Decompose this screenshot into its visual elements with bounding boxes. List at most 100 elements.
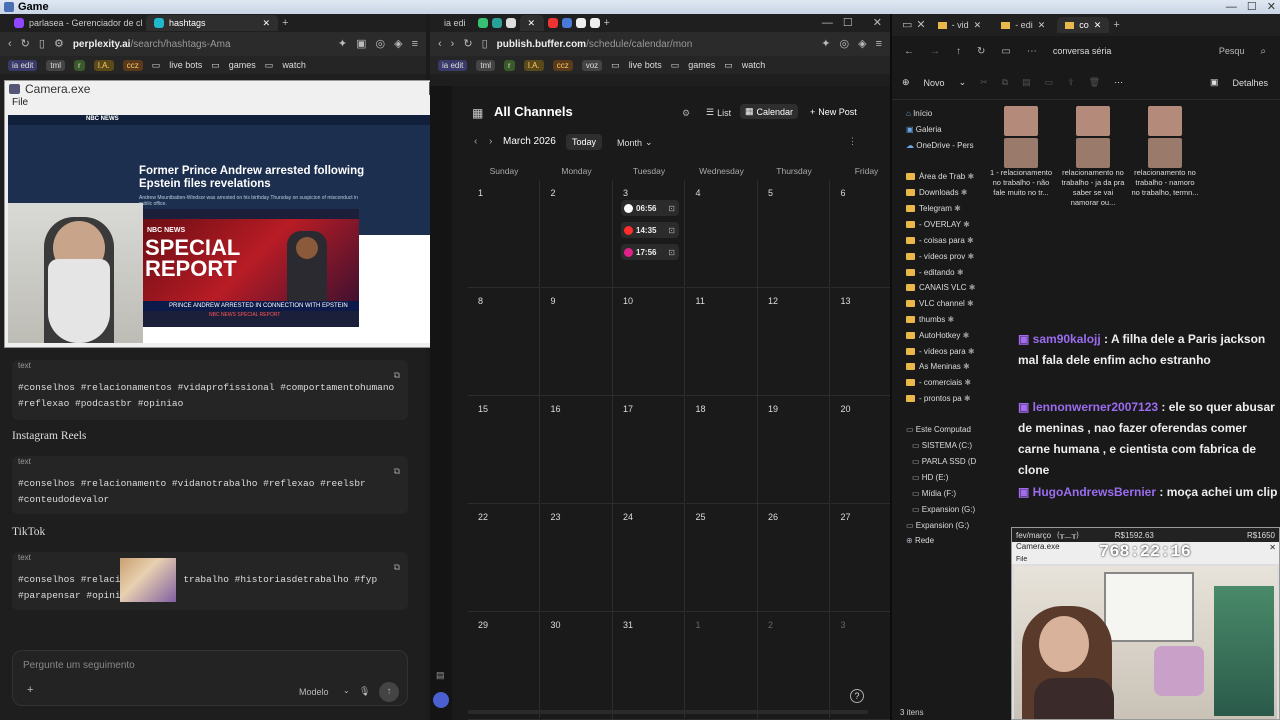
video-thumbnail[interactable] [1004,138,1038,168]
address-path[interactable]: conversa séria [1053,46,1112,56]
calendar-day-cell[interactable]: 11 [685,288,758,396]
close-tab-icon[interactable]: ✕ [262,18,270,29]
bookmark-icon[interactable]: ▯ [482,38,488,50]
extension-icon[interactable]: ▣ [356,38,366,50]
video-thumbnail[interactable] [1004,106,1038,136]
back-icon[interactable]: ‹ [8,38,12,50]
tab-ia-edit[interactable]: ia edi [436,15,474,31]
video-thumbnail[interactable] [1148,138,1182,168]
sidebar-item[interactable]: As Meninas ✱ [906,362,992,371]
tab-buffer[interactable]: ✕ [519,15,544,31]
video-thumbnail[interactable] [1076,138,1110,168]
file-name[interactable]: relacionamento no trabalho - ja da pra s… [1059,168,1127,208]
scheduled-post[interactable]: 06:56 ⊡ [621,200,679,216]
maximize-icon[interactable]: ☐ [843,17,853,29]
sidebar-item[interactable]: ▭ PARLA SSD (D [912,457,998,466]
bookmark[interactable]: ia edit [438,59,468,71]
calendar-day-cell[interactable]: 2 [758,612,830,720]
bookmark[interactable]: voz [581,59,603,71]
sidebar-item[interactable]: CANAIS VLC ✱ [906,283,992,292]
close-icon[interactable]: ✕ [873,17,882,29]
sidebar-item[interactable]: ▭ SISTEMA (C:) [912,441,998,450]
sidebar-item[interactable]: thumbs ✱ [906,315,992,324]
rail-icon[interactable]: ▤ [436,670,445,681]
followup-box[interactable]: Pergunte um seguimento + Modelo ⌄ 🎙 ↑ [12,650,408,706]
bookmark[interactable]: live bots [169,60,202,70]
more-icon[interactable]: ⋯ [1027,46,1037,57]
bookmark[interactable]: games [688,60,715,70]
url-field[interactable]: publish.buffer.com/schedule/calendar/mon [497,39,813,50]
calendar-day-cell[interactable]: 2 [540,180,613,288]
maximize-icon[interactable]: ☐ [1247,0,1257,14]
scheduled-post[interactable]: 14:35 ⊡ [621,222,679,238]
monitor-icon[interactable]: ▭ [1001,46,1010,57]
buffer-icon[interactable] [505,18,516,28]
sidebar-item[interactable]: - vídeos prov ✱ [906,252,992,261]
close-tab-icon[interactable]: ✕ [974,20,982,31]
calendar-day-cell[interactable]: 3 06:56 ⊡ 14:35 ⊡ 17:56 ⊡ [613,180,685,288]
reload-icon[interactable]: ↻ [463,38,472,50]
shield-icon[interactable]: ◈ [394,38,402,50]
next-month-icon[interactable]: › [489,136,492,147]
list-view-button[interactable]: ☰ List [702,105,735,120]
back-icon[interactable]: ‹ [438,38,442,50]
sidebar-item[interactable]: ▣ Galeria [906,125,992,134]
delete-icon[interactable]: 🗑 [1089,77,1100,88]
reload-icon[interactable]: ↻ [21,38,30,50]
kebab-menu-icon[interactable]: ⋮ [848,136,857,147]
file-name[interactable]: 1 - relacionamento no trabalho - não fal… [987,168,1055,198]
bookmark[interactable]: ccz [552,59,573,71]
new-tab-icon[interactable]: + [1113,19,1119,31]
sidebar-item[interactable]: AutoHotkey ✱ [906,331,992,340]
sidebar-item[interactable]: Downloads ✱ [906,188,992,197]
model-selector[interactable]: Modelo [299,687,329,697]
sidebar-item[interactable]: Telegram ✱ [906,204,992,213]
search-box[interactable]: Pesqu [1219,46,1245,56]
calendar-day-cell[interactable]: 27 [830,504,890,612]
copy-icon[interactable]: ⧉ [394,560,400,576]
explorer-tab[interactable]: - vid ✕ [930,17,990,33]
calendar-day-cell[interactable]: 8 [468,288,540,396]
tab-fav-icon[interactable] [491,18,502,28]
range-selector[interactable]: Month ⌄ [617,137,653,148]
calendar-day-cell[interactable]: 16 [540,396,613,504]
youtube-icon[interactable] [547,18,558,28]
extension-icon[interactable]: ◎ [376,38,386,50]
menu-file[interactable]: File [5,97,446,109]
microphone-icon[interactable]: 🎙 [359,686,370,697]
sidebar-item[interactable]: ▭ Expansion (G:) [906,521,992,530]
calendar-day-cell[interactable]: 31 [613,612,685,720]
up-icon[interactable]: ↑ [956,46,961,57]
new-button[interactable]: Novo [924,78,945,88]
calendar-day-cell[interactable]: 3 [830,612,890,720]
calendar-day-cell[interactable]: 15 [468,396,540,504]
forward-icon[interactable]: → [930,46,940,57]
prev-month-icon[interactable]: ‹ [474,136,477,147]
today-button[interactable]: Today [566,134,603,150]
sidebar-item[interactable]: ⌂ Início [906,109,992,118]
video-thumbnail[interactable] [1148,106,1182,136]
calendar-day-cell[interactable]: 6 [830,180,890,288]
close-tab-icon[interactable]: ✕ [528,18,536,29]
bookmark[interactable]: watch [742,60,766,70]
sidebar-item[interactable]: - OVERLAY ✱ [906,220,992,229]
bookmark[interactable]: r [504,59,515,71]
calendar-day-cell[interactable]: 25 [685,504,758,612]
close-tab-icon[interactable]: ✕ [1094,20,1102,31]
close-tab-icon[interactable]: ✕ [916,19,925,31]
extension-icon[interactable]: ✦ [338,38,347,50]
calendar-day-cell[interactable]: 10 [613,288,685,396]
search-icon[interactable]: ⌕ [1260,46,1266,57]
extension-icon[interactable]: ✦ [821,38,830,50]
rename-icon[interactable]: ▭ [1045,77,1054,88]
more-icon[interactable]: ≡ [876,38,882,50]
forward-icon[interactable]: › [451,38,455,50]
site-info-icon[interactable]: ⚙ [54,38,64,50]
scheduled-post[interactable]: 17:56 ⊡ [621,244,679,260]
minimize-icon[interactable]: — [1226,0,1237,14]
bookmark[interactable]: watch [282,60,306,70]
sidebar-item[interactable]: ▭ Este Computad [906,425,992,434]
bookmark[interactable]: I.A. [523,59,544,71]
sidebar-item[interactable]: - comerciais ✱ [906,378,992,387]
calendar-day-cell[interactable]: 18 [685,396,758,504]
